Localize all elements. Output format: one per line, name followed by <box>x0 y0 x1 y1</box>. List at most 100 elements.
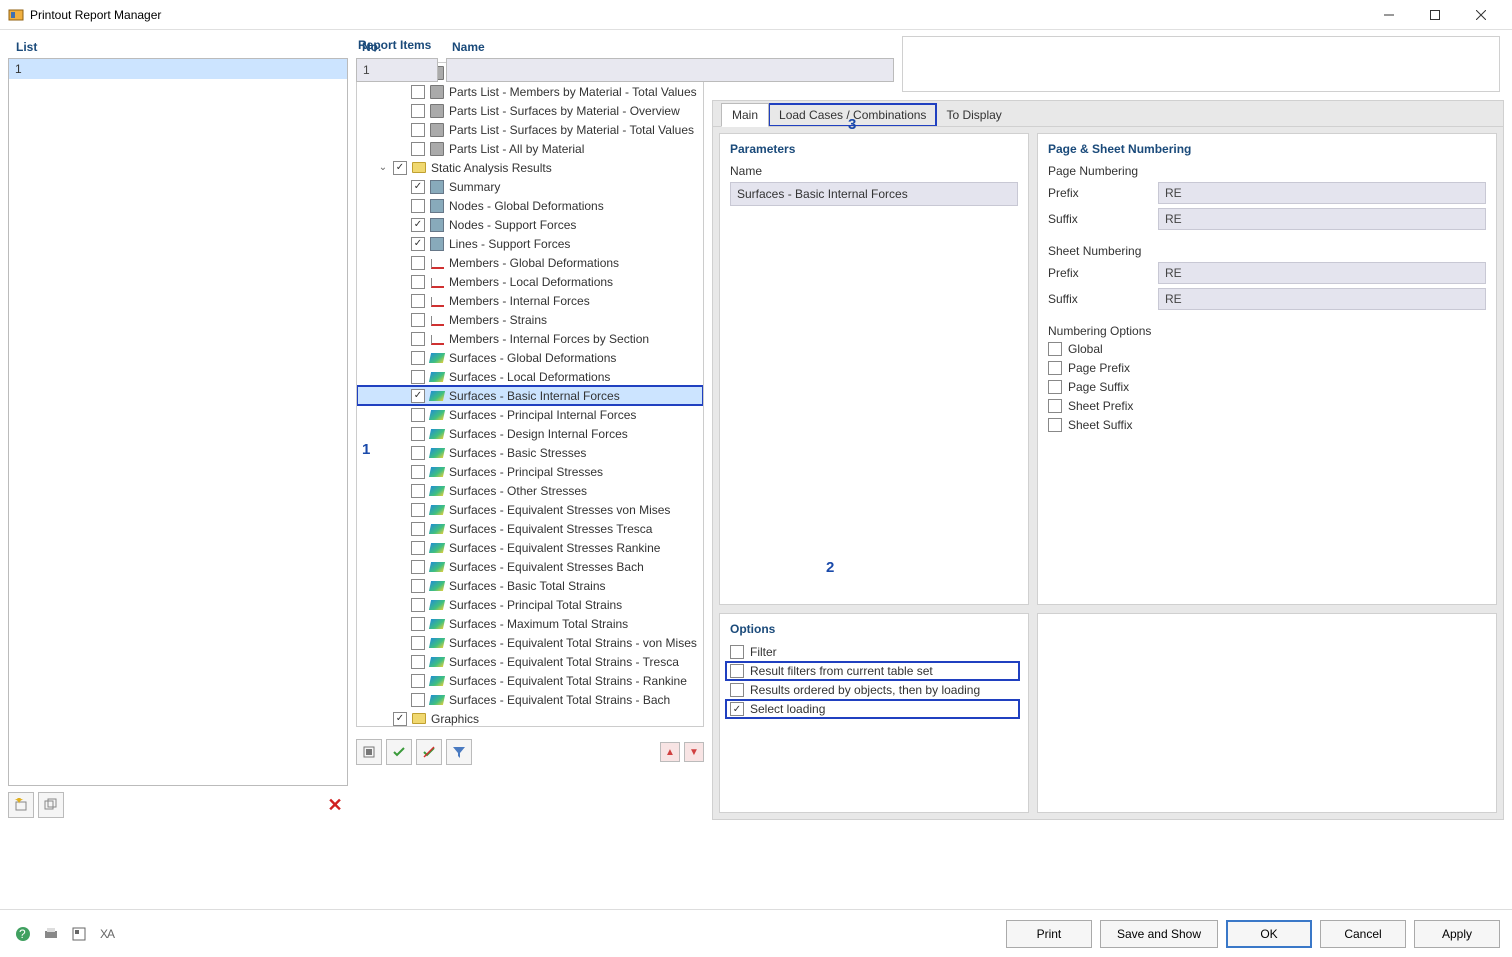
tree-row[interactable]: Summary <box>357 177 703 196</box>
delete-list-button[interactable]: ✕ <box>322 792 348 818</box>
list-box[interactable]: 1 <box>8 58 348 786</box>
tree-row[interactable]: Surfaces - Principal Total Strains <box>357 595 703 614</box>
option-checkbox[interactable] <box>730 664 744 678</box>
tree-row[interactable]: Parts List - Surfaces by Material - Over… <box>357 101 703 120</box>
tree-row[interactable]: Surfaces - Equivalent Stresses von Mises <box>357 500 703 519</box>
tree-checkbox[interactable] <box>411 408 425 422</box>
tree-checkbox[interactable] <box>411 579 425 593</box>
chevron-down-icon[interactable]: ⌄ <box>377 162 389 173</box>
tree-row[interactable]: Parts List - All by Material <box>357 139 703 158</box>
close-button[interactable] <box>1458 0 1504 30</box>
tree-checkbox[interactable] <box>411 636 425 650</box>
tree-checkbox[interactable] <box>411 674 425 688</box>
tree-checkbox[interactable] <box>411 123 425 137</box>
tree-checkbox[interactable] <box>411 427 425 441</box>
tree-row[interactable]: Members - Global Deformations <box>357 253 703 272</box>
no-field[interactable] <box>356 58 438 82</box>
numbering-option-row[interactable]: Sheet Prefix <box>1048 398 1486 414</box>
option-row[interactable]: Select loading <box>727 701 1018 717</box>
page-prefix-value[interactable]: RE <box>1158 182 1486 204</box>
sheet-suffix-value[interactable]: RE <box>1158 288 1486 310</box>
tree-checkbox[interactable] <box>411 351 425 365</box>
tree-filter[interactable] <box>446 739 472 765</box>
tree-row[interactable]: Lines - Support Forces <box>357 234 703 253</box>
ok-button[interactable]: OK <box>1226 920 1312 948</box>
tree-checkbox[interactable] <box>411 294 425 308</box>
sheet-prefix-value[interactable]: RE <box>1158 262 1486 284</box>
tree-row[interactable]: Surfaces - Other Stresses <box>357 481 703 500</box>
tab-main[interactable]: Main <box>721 103 769 127</box>
numbering-option-row[interactable]: Page Suffix <box>1048 379 1486 395</box>
tree-row[interactable]: Surfaces - Equivalent Stresses Tresca <box>357 519 703 538</box>
name-field[interactable] <box>446 58 894 82</box>
cancel-button[interactable]: Cancel <box>1320 920 1406 948</box>
move-up-button[interactable]: ▲ <box>660 742 680 762</box>
tree-checkbox[interactable] <box>411 180 425 194</box>
tree-row[interactable]: Surfaces - Basic Total Strains <box>357 576 703 595</box>
numbering-checkbox[interactable] <box>1048 342 1062 356</box>
page-suffix-value[interactable]: RE <box>1158 208 1486 230</box>
numbering-checkbox[interactable] <box>1048 380 1062 394</box>
tree-checkbox[interactable] <box>411 370 425 384</box>
help-icon[interactable]: ? <box>12 923 34 945</box>
tree-row[interactable]: Surfaces - Local Deformations <box>357 367 703 386</box>
tree-checkbox[interactable] <box>411 541 425 555</box>
print-button[interactable]: Print <box>1006 920 1092 948</box>
tree-row[interactable]: Surfaces - Principal Internal Forces <box>357 405 703 424</box>
tree-row[interactable]: Surfaces - Basic Stresses <box>357 443 703 462</box>
move-down-button[interactable]: ▼ <box>684 742 704 762</box>
tree-row[interactable]: Graphics <box>357 709 703 727</box>
option-row[interactable]: Result filters from current table set <box>727 663 1018 679</box>
tree-row[interactable]: Nodes - Global Deformations <box>357 196 703 215</box>
tree-row[interactable]: Members - Internal Forces by Section <box>357 329 703 348</box>
option-checkbox[interactable] <box>730 702 744 716</box>
option-checkbox[interactable] <box>730 683 744 697</box>
option-row[interactable]: Results ordered by objects, then by load… <box>730 682 1018 698</box>
numbering-option-row[interactable]: Global <box>1048 341 1486 357</box>
tree-checkbox[interactable] <box>411 332 425 346</box>
tree-row[interactable]: Surfaces - Equivalent Total Strains - Tr… <box>357 652 703 671</box>
tree-row[interactable]: Surfaces - Equivalent Stresses Rankine <box>357 538 703 557</box>
tab-to-display[interactable]: To Display <box>936 104 1011 126</box>
tree-row[interactable]: Surfaces - Equivalent Stresses Bach <box>357 557 703 576</box>
tree-checkbox[interactable] <box>393 712 407 726</box>
list-item[interactable]: 1 <box>9 59 347 79</box>
numbering-checkbox[interactable] <box>1048 418 1062 432</box>
option-row[interactable]: Filter <box>730 644 1018 660</box>
tree-row[interactable]: Surfaces - Principal Stresses <box>357 462 703 481</box>
tree-row[interactable]: Members - Internal Forces <box>357 291 703 310</box>
tree-checkbox[interactable] <box>411 275 425 289</box>
report-items-tree[interactable]: Parts List - Members by Material - Overv… <box>356 62 704 727</box>
tree-row[interactable]: Parts List - Surfaces by Material - Tota… <box>357 120 703 139</box>
tree-checkbox[interactable] <box>411 256 425 270</box>
numbering-checkbox[interactable] <box>1048 399 1062 413</box>
minimize-button[interactable] <box>1366 0 1412 30</box>
tree-check-all[interactable] <box>386 739 412 765</box>
tree-row[interactable]: Nodes - Support Forces <box>357 215 703 234</box>
tree-row[interactable]: ⌄Static Analysis Results <box>357 158 703 177</box>
option-checkbox[interactable] <box>730 645 744 659</box>
tree-checkbox[interactable] <box>411 389 425 403</box>
tree-checkbox[interactable] <box>411 503 425 517</box>
tree-row[interactable]: Members - Strains <box>357 310 703 329</box>
tree-checkbox[interactable] <box>411 313 425 327</box>
tree-checkbox[interactable] <box>411 104 425 118</box>
tree-checkbox[interactable] <box>411 560 425 574</box>
tree-checkbox[interactable] <box>411 142 425 156</box>
tree-row[interactable]: Surfaces - Equivalent Total Strains - Ba… <box>357 690 703 709</box>
tree-checkbox[interactable] <box>411 465 425 479</box>
save-show-button[interactable]: Save and Show <box>1100 920 1218 948</box>
tree-row[interactable]: Surfaces - Equivalent Total Strains - vo… <box>357 633 703 652</box>
tree-checkbox[interactable] <box>411 693 425 707</box>
numbering-option-row[interactable]: Sheet Suffix <box>1048 417 1486 433</box>
print-icon[interactable] <box>40 923 62 945</box>
tree-checkbox[interactable] <box>411 199 425 213</box>
maximize-button[interactable] <box>1412 0 1458 30</box>
copy-list-button[interactable] <box>38 792 64 818</box>
preview-icon[interactable] <box>68 923 90 945</box>
tree-row[interactable]: Surfaces - Global Deformations <box>357 348 703 367</box>
tree-row[interactable]: Surfaces - Design Internal Forces <box>357 424 703 443</box>
tree-checkbox[interactable] <box>411 237 425 251</box>
new-list-button[interactable]: ✦ <box>8 792 34 818</box>
tree-checkbox[interactable] <box>411 522 425 536</box>
